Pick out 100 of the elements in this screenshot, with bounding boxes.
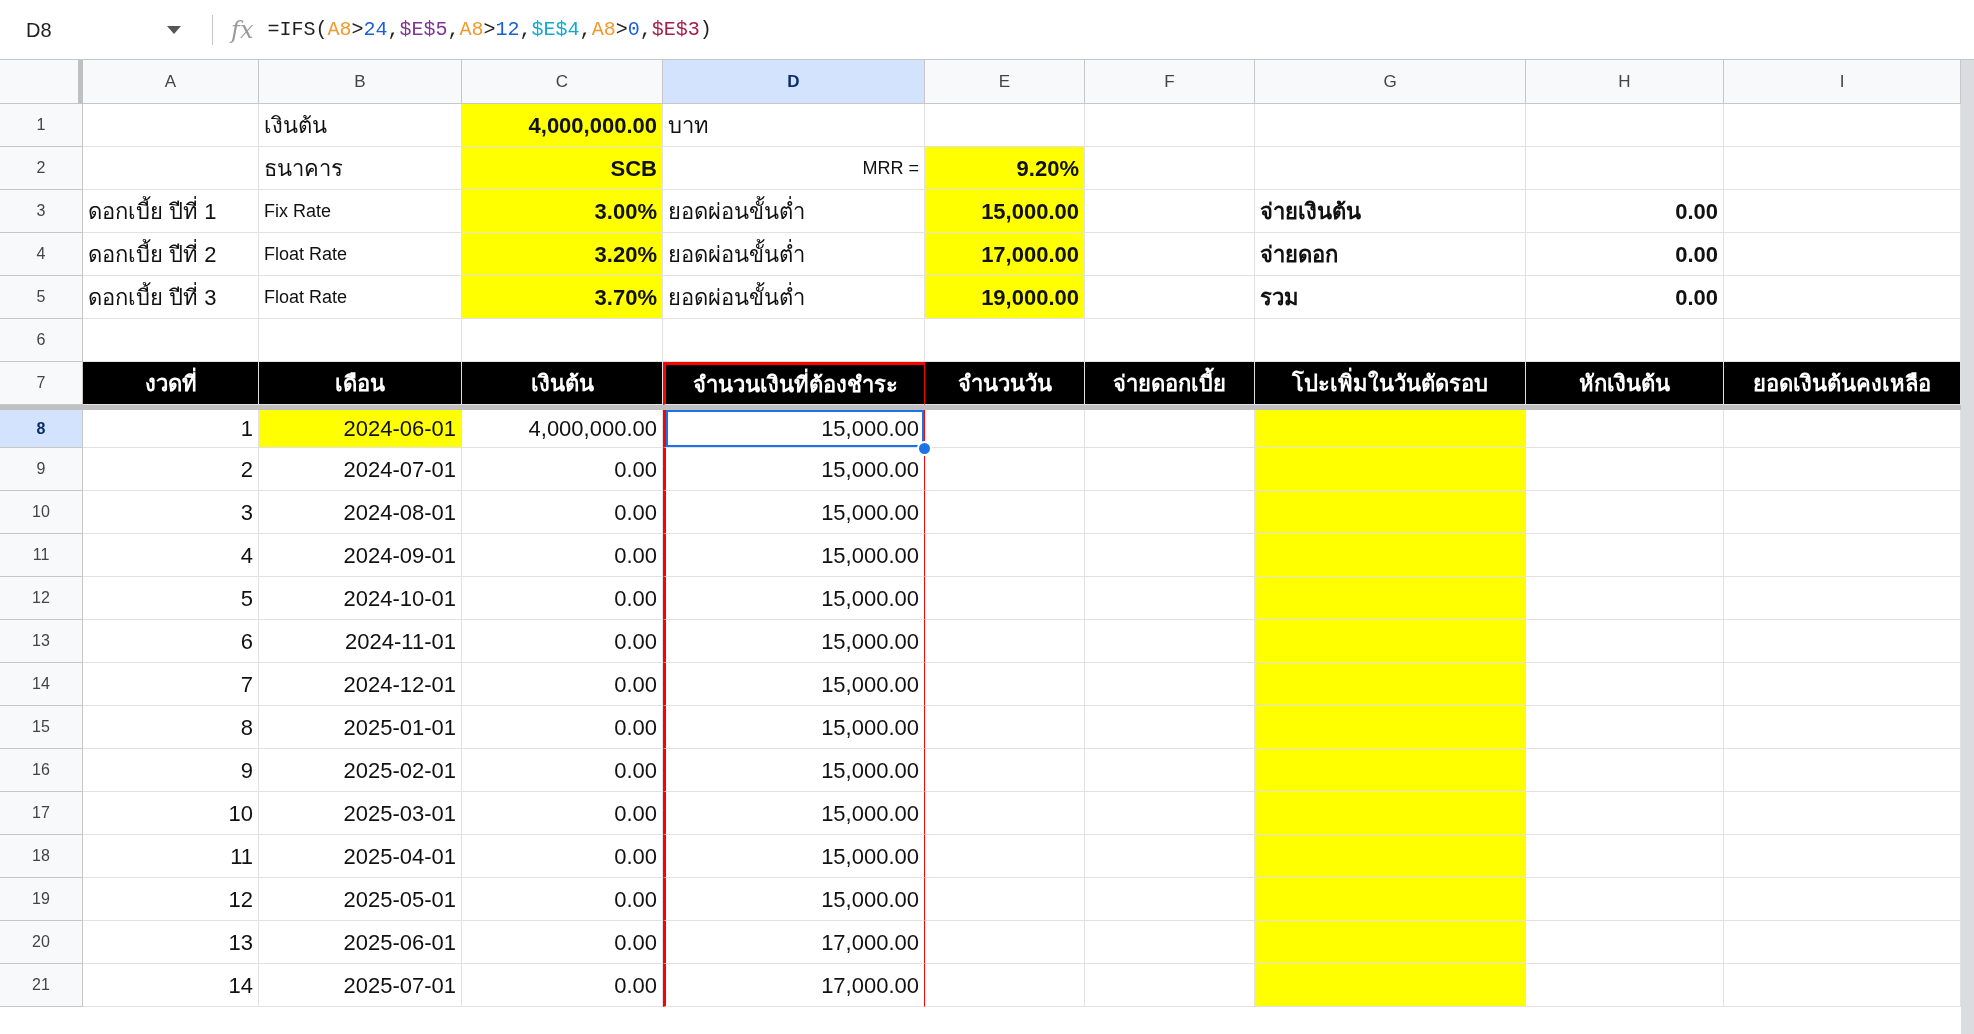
table-cell[interactable]: [1085, 190, 1255, 233]
table-cell[interactable]: [925, 534, 1085, 577]
table-cell[interactable]: 15,000.00: [925, 190, 1085, 233]
table-cell[interactable]: [1724, 792, 1961, 835]
table-cell[interactable]: [1085, 878, 1255, 921]
table-cell[interactable]: Float Rate: [259, 233, 462, 276]
select-all-corner[interactable]: [0, 60, 83, 104]
table-cell[interactable]: [1255, 104, 1526, 147]
table-cell[interactable]: 15,000.00: [663, 620, 925, 663]
table-cell[interactable]: 4: [83, 534, 259, 577]
table-cell[interactable]: [1724, 835, 1961, 878]
column-letter[interactable]: H: [1526, 60, 1724, 104]
table-cell[interactable]: 0.00: [462, 577, 663, 620]
table-cell[interactable]: [1526, 706, 1724, 749]
table-cell[interactable]: ดอกเบี้ย ปีที่ 2: [83, 233, 259, 276]
column-heading[interactable]: ยอดเงินต้นคงเหลือ: [1724, 362, 1961, 405]
formula-input[interactable]: =IFS(A8>24,$E$5,A8>12,$E$4,A8>0,$E$3): [267, 14, 712, 45]
table-cell[interactable]: Fix Rate: [259, 190, 462, 233]
table-cell[interactable]: [1526, 577, 1724, 620]
table-cell[interactable]: 0.00: [1526, 190, 1724, 233]
table-cell[interactable]: [1724, 147, 1961, 190]
table-cell[interactable]: [1255, 706, 1526, 749]
table-cell[interactable]: 3.20%: [462, 233, 663, 276]
table-cell[interactable]: [1724, 276, 1961, 319]
table-cell[interactable]: 19,000.00: [925, 276, 1085, 319]
table-cell[interactable]: 2025-07-01: [259, 964, 462, 1007]
table-cell[interactable]: [1526, 448, 1724, 491]
table-cell[interactable]: [1255, 792, 1526, 835]
row-number[interactable]: 20: [0, 921, 83, 964]
table-cell[interactable]: [1255, 577, 1526, 620]
table-cell[interactable]: [1255, 663, 1526, 706]
table-cell[interactable]: [1526, 491, 1724, 534]
column-heading[interactable]: เงินต้น: [462, 362, 663, 405]
table-cell[interactable]: 2024-10-01: [259, 577, 462, 620]
row-number[interactable]: 14: [0, 663, 83, 706]
table-cell[interactable]: 11: [83, 835, 259, 878]
table-cell[interactable]: [925, 491, 1085, 534]
table-cell[interactable]: จ่ายดอก: [1255, 233, 1526, 276]
table-cell[interactable]: 17,000.00: [663, 921, 925, 964]
table-cell[interactable]: 15,000.00: [663, 878, 925, 921]
table-cell[interactable]: [1255, 878, 1526, 921]
row-number[interactable]: 18: [0, 835, 83, 878]
column-letter[interactable]: D: [663, 60, 925, 104]
table-cell[interactable]: 0.00: [462, 749, 663, 792]
table-cell[interactable]: [925, 878, 1085, 921]
table-cell[interactable]: ยอดผ่อนขั้นต่ำ: [663, 276, 925, 319]
table-cell[interactable]: 7: [83, 663, 259, 706]
table-cell[interactable]: 0.00: [462, 448, 663, 491]
table-cell[interactable]: [1255, 410, 1526, 448]
column-letter[interactable]: C: [462, 60, 663, 104]
table-cell[interactable]: [1526, 410, 1724, 448]
row-number[interactable]: 4: [0, 233, 83, 276]
table-cell[interactable]: [1085, 491, 1255, 534]
row-number[interactable]: 7: [0, 362, 83, 405]
table-cell[interactable]: [1085, 835, 1255, 878]
table-cell[interactable]: 15,000.00: [663, 835, 925, 878]
table-cell[interactable]: [1526, 792, 1724, 835]
table-cell[interactable]: [1526, 663, 1724, 706]
table-cell[interactable]: 2025-05-01: [259, 878, 462, 921]
row-number[interactable]: 5: [0, 276, 83, 319]
scrollbar[interactable]: [1961, 60, 1974, 1034]
table-cell[interactable]: [1085, 964, 1255, 1007]
row-number[interactable]: 16: [0, 749, 83, 792]
table-cell[interactable]: [925, 835, 1085, 878]
table-cell[interactable]: 6: [83, 620, 259, 663]
table-cell[interactable]: [1526, 835, 1724, 878]
table-cell[interactable]: [1526, 319, 1724, 362]
row-number[interactable]: 3: [0, 190, 83, 233]
table-cell[interactable]: [1724, 749, 1961, 792]
table-cell[interactable]: 2025-06-01: [259, 921, 462, 964]
table-cell[interactable]: 15,000.00: [663, 448, 925, 491]
column-heading[interactable]: เดือน: [259, 362, 462, 405]
table-cell[interactable]: 0.00: [1526, 233, 1724, 276]
table-cell[interactable]: [1085, 663, 1255, 706]
row-number[interactable]: 6: [0, 319, 83, 362]
table-cell[interactable]: 15,000.00: [663, 706, 925, 749]
table-cell[interactable]: 0.00: [462, 878, 663, 921]
table-cell[interactable]: [83, 104, 259, 147]
table-cell[interactable]: [1255, 448, 1526, 491]
table-cell[interactable]: 0.00: [462, 534, 663, 577]
table-cell[interactable]: 2: [83, 448, 259, 491]
table-cell[interactable]: [1724, 706, 1961, 749]
table-cell[interactable]: 2024-11-01: [259, 620, 462, 663]
row-number[interactable]: 10: [0, 491, 83, 534]
table-cell[interactable]: [1085, 319, 1255, 362]
row-number[interactable]: 9: [0, 448, 83, 491]
row-number[interactable]: 15: [0, 706, 83, 749]
table-cell[interactable]: [1724, 491, 1961, 534]
table-cell[interactable]: 0.00: [462, 835, 663, 878]
table-cell[interactable]: [925, 577, 1085, 620]
row-number[interactable]: 21: [0, 964, 83, 1007]
table-cell[interactable]: [1724, 319, 1961, 362]
table-cell[interactable]: [1085, 104, 1255, 147]
row-number[interactable]: 13: [0, 620, 83, 663]
column-heading[interactable]: โปะเพิ่มในวันตัดรอบ: [1255, 362, 1526, 405]
table-cell[interactable]: 5: [83, 577, 259, 620]
table-cell[interactable]: 2025-02-01: [259, 749, 462, 792]
table-cell[interactable]: [1085, 534, 1255, 577]
table-cell[interactable]: 0.00: [462, 620, 663, 663]
table-cell[interactable]: [1724, 410, 1961, 448]
